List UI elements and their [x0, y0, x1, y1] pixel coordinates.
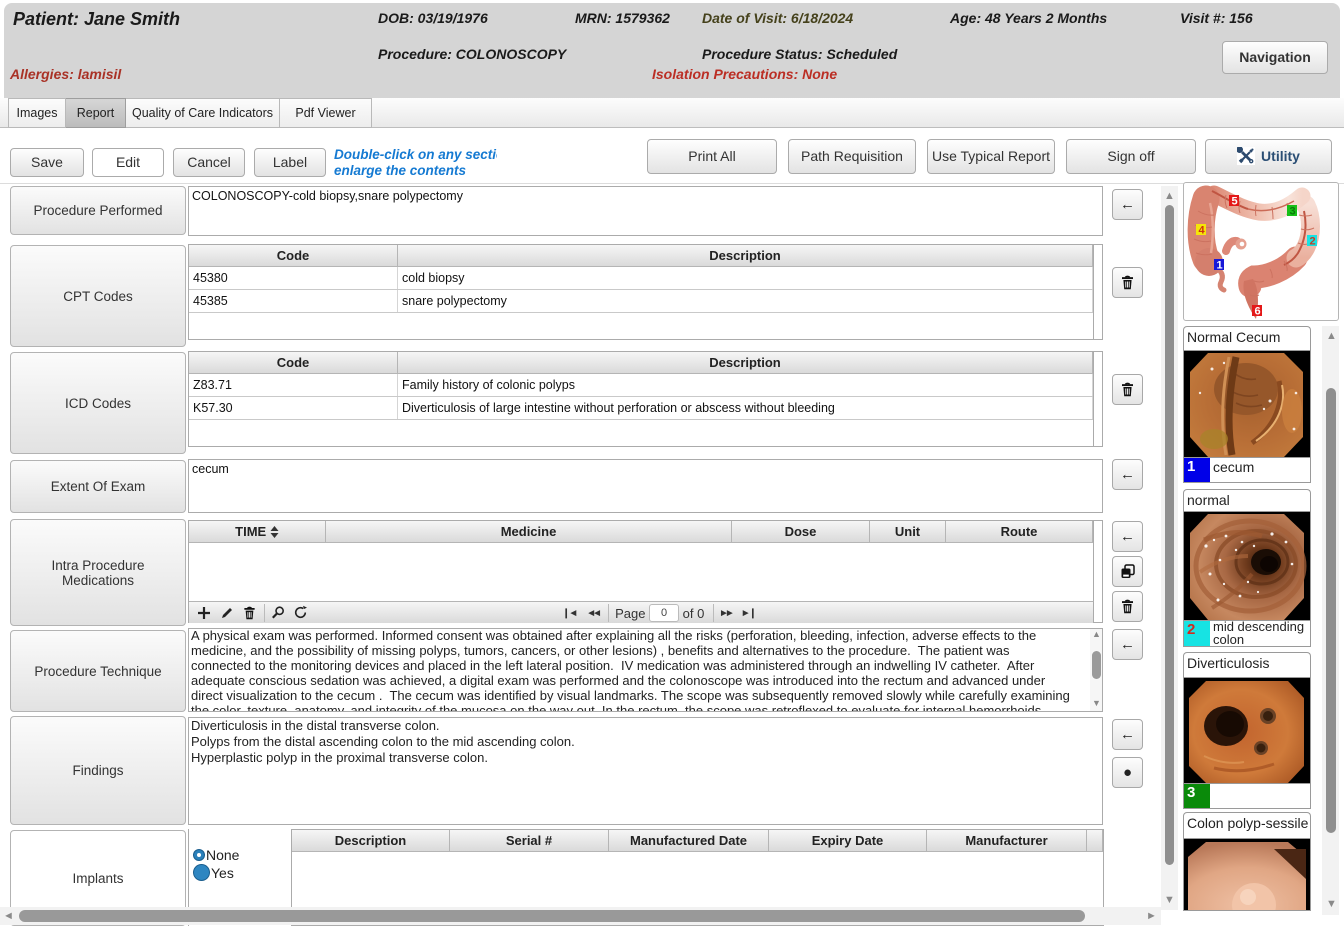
svg-text:3: 3 [1290, 206, 1296, 218]
svg-text:5: 5 [1232, 196, 1238, 208]
svg-text:4: 4 [1199, 225, 1206, 237]
svg-text:1: 1 [1217, 260, 1223, 272]
svg-text:2: 2 [1310, 236, 1316, 248]
svg-text:6: 6 [1255, 306, 1261, 318]
